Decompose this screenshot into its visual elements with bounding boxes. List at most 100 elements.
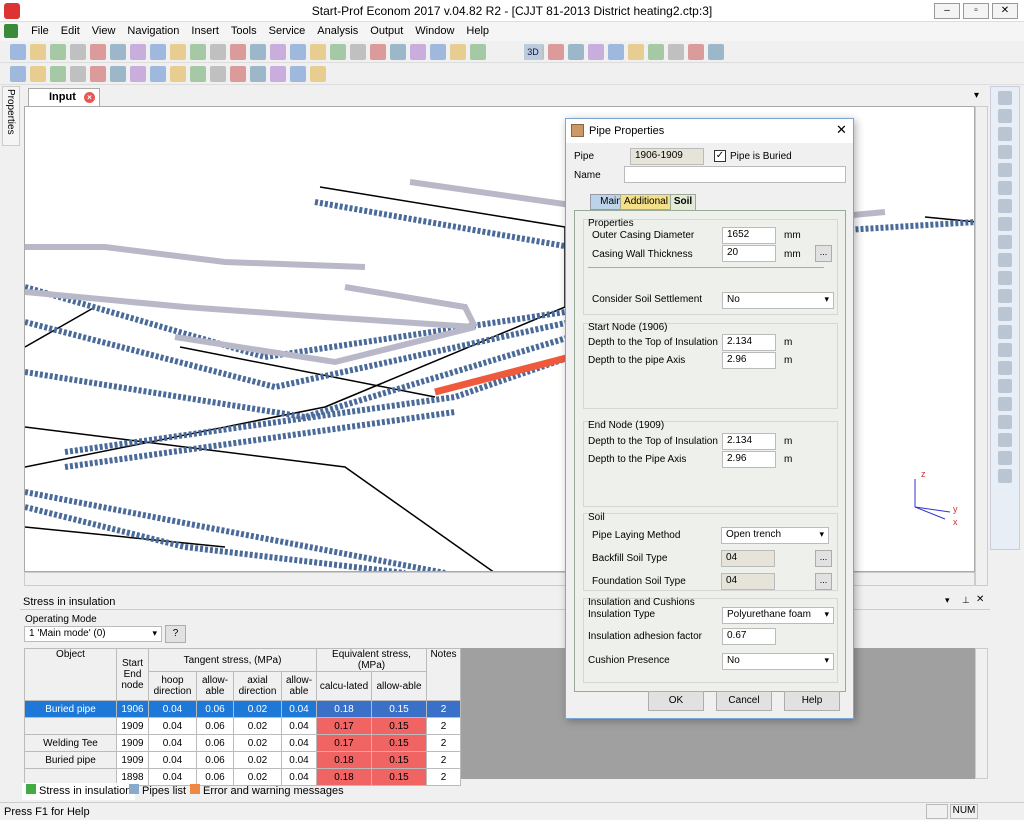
adhesion-factor-input[interactable]: 0.67: [722, 628, 776, 645]
side-tool-icon[interactable]: [998, 433, 1012, 447]
toolbar-tool-icon[interactable]: [568, 44, 584, 60]
toolbar-tool-icon[interactable]: [588, 44, 604, 60]
toolbar-tool-icon[interactable]: [628, 44, 644, 60]
side-tool-icon[interactable]: [998, 145, 1012, 159]
menu-insert[interactable]: Insert: [185, 23, 225, 39]
maximize-button[interactable]: ▫: [963, 3, 989, 19]
toolbar-tool-icon[interactable]: [130, 66, 146, 82]
toolbar-tool-icon[interactable]: [608, 44, 624, 60]
toolbar-tool-icon[interactable]: [290, 66, 306, 82]
toolbar-tool-icon[interactable]: [170, 44, 186, 60]
menu-analysis[interactable]: Analysis: [311, 23, 364, 39]
toolbar-tool-icon[interactable]: [310, 44, 326, 60]
side-tool-icon[interactable]: [998, 397, 1012, 411]
tab-pipes-list[interactable]: Pipes list: [125, 783, 190, 800]
start-depth-axis-input[interactable]: 2.96: [722, 352, 776, 369]
side-tool-icon[interactable]: [998, 307, 1012, 321]
side-tool-icon[interactable]: [998, 109, 1012, 123]
side-tool-icon[interactable]: [998, 181, 1012, 195]
table-row[interactable]: 1909 0.04 0.06 0.02 0.04 0.17 0.15 2: [24, 717, 461, 735]
toolbar-tool-icon[interactable]: [70, 66, 86, 82]
toolbar-tool-icon[interactable]: [210, 66, 226, 82]
ok-button[interactable]: OK: [648, 691, 704, 711]
toolbar-tool-icon[interactable]: [270, 66, 286, 82]
side-tool-icon[interactable]: [998, 217, 1012, 231]
pin-icon[interactable]: ⊥: [962, 595, 970, 606]
tab-stress-in-insulation[interactable]: Stress in insulation: [22, 783, 136, 800]
toolbar-tool-icon[interactable]: [230, 66, 246, 82]
close-button[interactable]: ✕: [992, 3, 1018, 19]
operating-mode-select[interactable]: 1 'Main mode' (0): [24, 626, 162, 642]
panel-close-icon[interactable]: ✕: [976, 594, 984, 605]
tab-input[interactable]: Input ×: [28, 88, 100, 106]
toolbar-tool-icon[interactable]: [668, 44, 684, 60]
tab-error-messages[interactable]: Error and warning messages: [186, 783, 348, 800]
close-tab-icon[interactable]: ×: [84, 92, 95, 103]
side-tool-icon[interactable]: [998, 415, 1012, 429]
side-tool-icon[interactable]: [998, 343, 1012, 357]
menu-service[interactable]: Service: [263, 23, 312, 39]
toolbar-tool-icon[interactable]: [150, 66, 166, 82]
side-tool-icon[interactable]: [998, 451, 1012, 465]
menu-output[interactable]: Output: [364, 23, 409, 39]
toolbar-tool-icon[interactable]: [708, 44, 724, 60]
toolbar-tool-icon[interactable]: [110, 66, 126, 82]
toolbar-tool-icon[interactable]: [250, 44, 266, 60]
foundation-browse-button[interactable]: ...: [815, 573, 832, 590]
toolbar-tool-icon[interactable]: [688, 44, 704, 60]
toolbar-tool-icon[interactable]: [430, 44, 446, 60]
toolbar-tool-icon[interactable]: [50, 66, 66, 82]
toolbar-tool-icon[interactable]: [290, 44, 306, 60]
side-tool-icon[interactable]: [998, 199, 1012, 213]
cushion-presence-select[interactable]: No: [722, 653, 834, 670]
backfill-browse-button[interactable]: ...: [815, 550, 832, 567]
toolbar-tool-icon[interactable]: [370, 44, 386, 60]
toolbar-tool-icon[interactable]: [130, 44, 146, 60]
pipe-buried-checkbox[interactable]: ✓: [714, 150, 726, 162]
side-tool-icon[interactable]: [998, 379, 1012, 393]
toolbar-tool-icon[interactable]: [310, 66, 326, 82]
minimize-button[interactable]: –: [934, 3, 960, 19]
toolbar-tool-icon[interactable]: [90, 66, 106, 82]
toolbar-tool-icon[interactable]: [30, 44, 46, 60]
view-vertical-scrollbar[interactable]: [975, 106, 988, 586]
side-tool-icon[interactable]: [998, 361, 1012, 375]
name-input[interactable]: [624, 166, 846, 183]
side-tool-icon[interactable]: [998, 469, 1012, 483]
dialog-help-button[interactable]: Help: [784, 691, 840, 711]
end-depth-top-input[interactable]: 2.134: [722, 433, 776, 450]
toolbar-tool-icon[interactable]: [648, 44, 664, 60]
properties-side-panel[interactable]: Properties: [2, 86, 20, 146]
toolbar-tool-icon[interactable]: [390, 44, 406, 60]
menu-view[interactable]: View: [86, 23, 122, 39]
side-tool-icon[interactable]: [998, 253, 1012, 267]
menu-help[interactable]: Help: [460, 23, 495, 39]
side-tool-icon[interactable]: [998, 127, 1012, 141]
table-vertical-scrollbar[interactable]: [975, 648, 988, 779]
toolbar-tool-icon[interactable]: [10, 66, 26, 82]
toolbar-tool-icon[interactable]: [30, 66, 46, 82]
menu-file[interactable]: File: [25, 23, 55, 39]
toolbar-tool-icon[interactable]: [230, 44, 246, 60]
toolbar-tool-icon[interactable]: [170, 66, 186, 82]
menu-navigation[interactable]: Navigation: [121, 23, 185, 39]
toolbar-tool-icon[interactable]: [548, 44, 564, 60]
menu-tools[interactable]: Tools: [225, 23, 263, 39]
toolbar-tool-icon[interactable]: [70, 44, 86, 60]
toolbar-tool-icon[interactable]: [190, 44, 206, 60]
toolbar-tool-icon[interactable]: [210, 44, 226, 60]
toolbar-tool-icon[interactable]: [150, 44, 166, 60]
wall-thickness-browse-button[interactable]: ...: [815, 245, 832, 262]
laying-method-select[interactable]: Open trench: [721, 527, 829, 544]
tab-soil[interactable]: Soil: [670, 194, 696, 211]
toolbar-tool-icon[interactable]: [450, 44, 466, 60]
cancel-button[interactable]: Cancel: [716, 691, 772, 711]
side-tool-icon[interactable]: [998, 289, 1012, 303]
dialog-close-button[interactable]: ✕: [836, 122, 847, 138]
table-row[interactable]: Buried pipe 1906 0.04 0.06 0.02 0.04 0.18 0.15 2: [24, 700, 461, 718]
toolbar-tool-icon[interactable]: [190, 66, 206, 82]
toolbar-tool-icon[interactable]: [350, 44, 366, 60]
start-depth-top-input[interactable]: 2.134: [722, 334, 776, 351]
toolbar-tool-icon[interactable]: [10, 44, 26, 60]
side-tool-icon[interactable]: [998, 91, 1012, 105]
